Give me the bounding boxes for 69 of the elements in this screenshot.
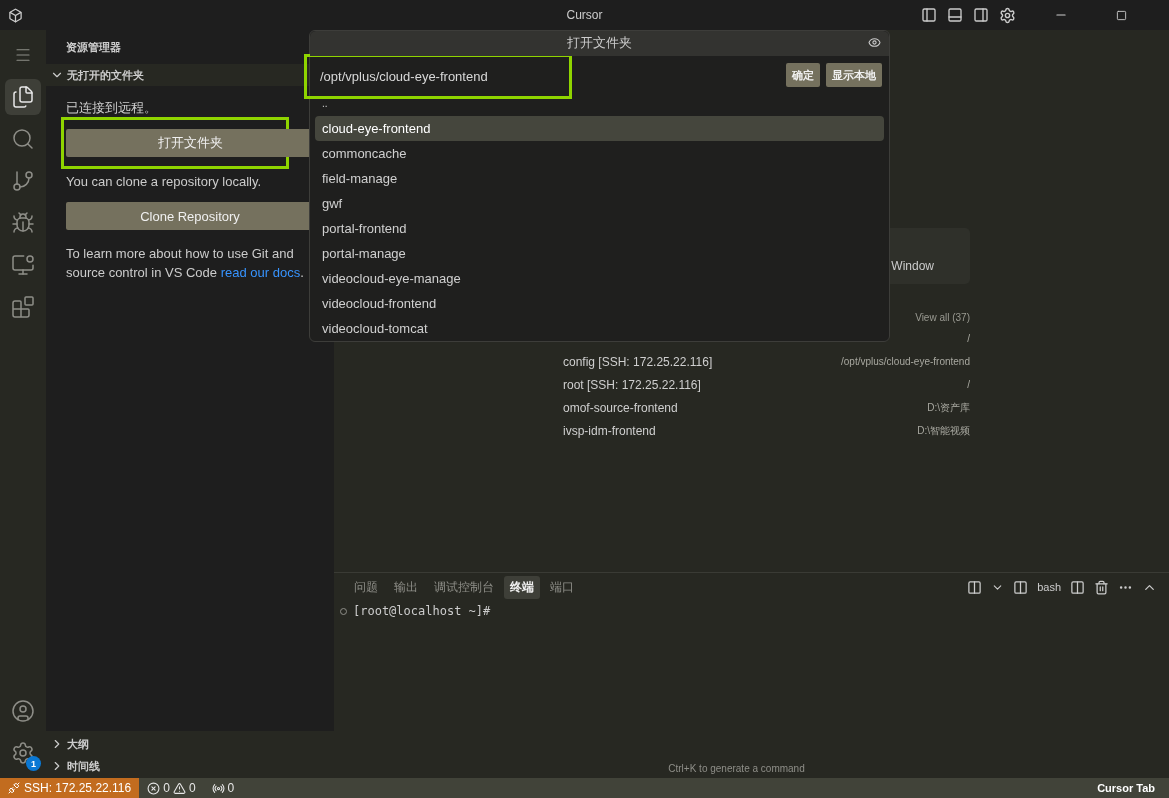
path-field[interactable]: /opt/vplus/cloud-eye-frontend (304, 54, 572, 100)
cursor-tab-status[interactable]: Cursor Tab (1097, 782, 1169, 794)
folder-item[interactable]: gwf (315, 191, 884, 216)
maximize-icon[interactable] (1116, 9, 1127, 21)
panel-right-icon[interactable] (973, 7, 989, 23)
clone-hint: You can clone a repository locally. (66, 173, 263, 191)
recent-project-name[interactable]: omof-source-frontend (563, 400, 678, 415)
terminal-line: [root@localhost ~]# (353, 604, 491, 618)
recent-project-path: /opt/vplus/cloud-eye-frontend (841, 356, 970, 367)
settings-icon (11, 741, 35, 765)
menu-icon (14, 46, 32, 64)
split-icon[interactable] (1070, 579, 1085, 595)
notification-badge: 1 (26, 756, 41, 771)
remote-indicator[interactable]: SSH: 172.25.22.116 (0, 778, 140, 798)
section-title: 时间线 (67, 758, 100, 774)
folder-item[interactable]: field-manage (315, 166, 884, 191)
section-header[interactable]: 时间线 (46, 755, 334, 777)
folder-item[interactable]: commoncache (315, 141, 884, 166)
ports-indicator[interactable]: 0 (203, 781, 243, 795)
panel-tab[interactable]: 端口 (544, 575, 580, 599)
folder-item[interactable]: portal-frontend (315, 216, 884, 241)
command-hint: Ctrl+K to generate a command (668, 763, 805, 774)
section-header[interactable]: 大纲 (46, 733, 334, 755)
folder-item[interactable]: videocloud-tomcat (315, 316, 884, 341)
trash-icon[interactable] (1094, 579, 1109, 595)
recent-project-path: / (967, 333, 970, 344)
panel-left-icon[interactable] (921, 7, 937, 23)
panel-tab[interactable]: 调试控制台 (428, 575, 500, 599)
section-title: 无打开的文件夹 (67, 67, 144, 83)
problems-indicator[interactable]: 0 0 (139, 781, 204, 795)
activity-button[interactable]: 1 (5, 735, 41, 771)
cube-logo-icon (8, 7, 23, 23)
dialog-title: 打开文件夹 (567, 34, 632, 53)
folder-item[interactable]: portal-manage (315, 241, 884, 266)
status-text: 已连接到远程。 (66, 99, 158, 117)
recent-project-name[interactable]: root [SSH: 172.25.22.116] (563, 377, 701, 392)
branch-icon (11, 169, 35, 193)
folder-item[interactable]: videocloud-eye-manage (315, 266, 884, 291)
shell-name[interactable]: bash (1037, 581, 1061, 593)
search-icon (11, 127, 35, 151)
split-icon[interactable] (967, 579, 983, 595)
sidebar-title: 资源管理器 (65, 39, 122, 55)
dialog-button[interactable]: 显示本地 (826, 63, 882, 88)
eye-icon[interactable] (868, 36, 881, 49)
split-icon[interactable] (1013, 579, 1029, 595)
blocks-icon (11, 295, 35, 319)
recent-project-name[interactable]: config [SSH: 172.25.22.116] (563, 354, 713, 369)
panel-bottom-icon[interactable] (947, 7, 963, 23)
activity-button[interactable] (5, 79, 41, 115)
settings-icon[interactable] (999, 6, 1016, 24)
files-icon (11, 85, 35, 109)
dialog-button[interactable]: 确定 (786, 63, 820, 88)
panel-tab[interactable]: 终端 (504, 575, 540, 599)
path-input[interactable]: /opt/vplus/cloud-eye-frontend (312, 62, 562, 91)
account-icon (11, 699, 35, 723)
view-all-link[interactable]: View all (37) (915, 312, 970, 323)
section-title: 大纲 (67, 736, 89, 752)
panel-tab[interactable]: 问题 (348, 575, 384, 599)
bug-icon (11, 211, 35, 235)
recent-project-path: / (967, 379, 970, 390)
folder-item[interactable]: videocloud-frontend (315, 291, 884, 316)
monitor-icon (11, 253, 35, 277)
section-header[interactable]: 无打开的文件夹 (46, 64, 309, 86)
window-title: Cursor (566, 8, 603, 22)
folder-item[interactable]: cloud-eye-frontend (315, 116, 884, 141)
panel-tab[interactable]: 输出 (388, 575, 424, 599)
recent-project-path: D:\智能视频 (917, 423, 970, 438)
recent-project-name[interactable]: ivsp-idm-frontend (563, 423, 656, 438)
recent-project-path: D:\资产库 (927, 400, 970, 415)
